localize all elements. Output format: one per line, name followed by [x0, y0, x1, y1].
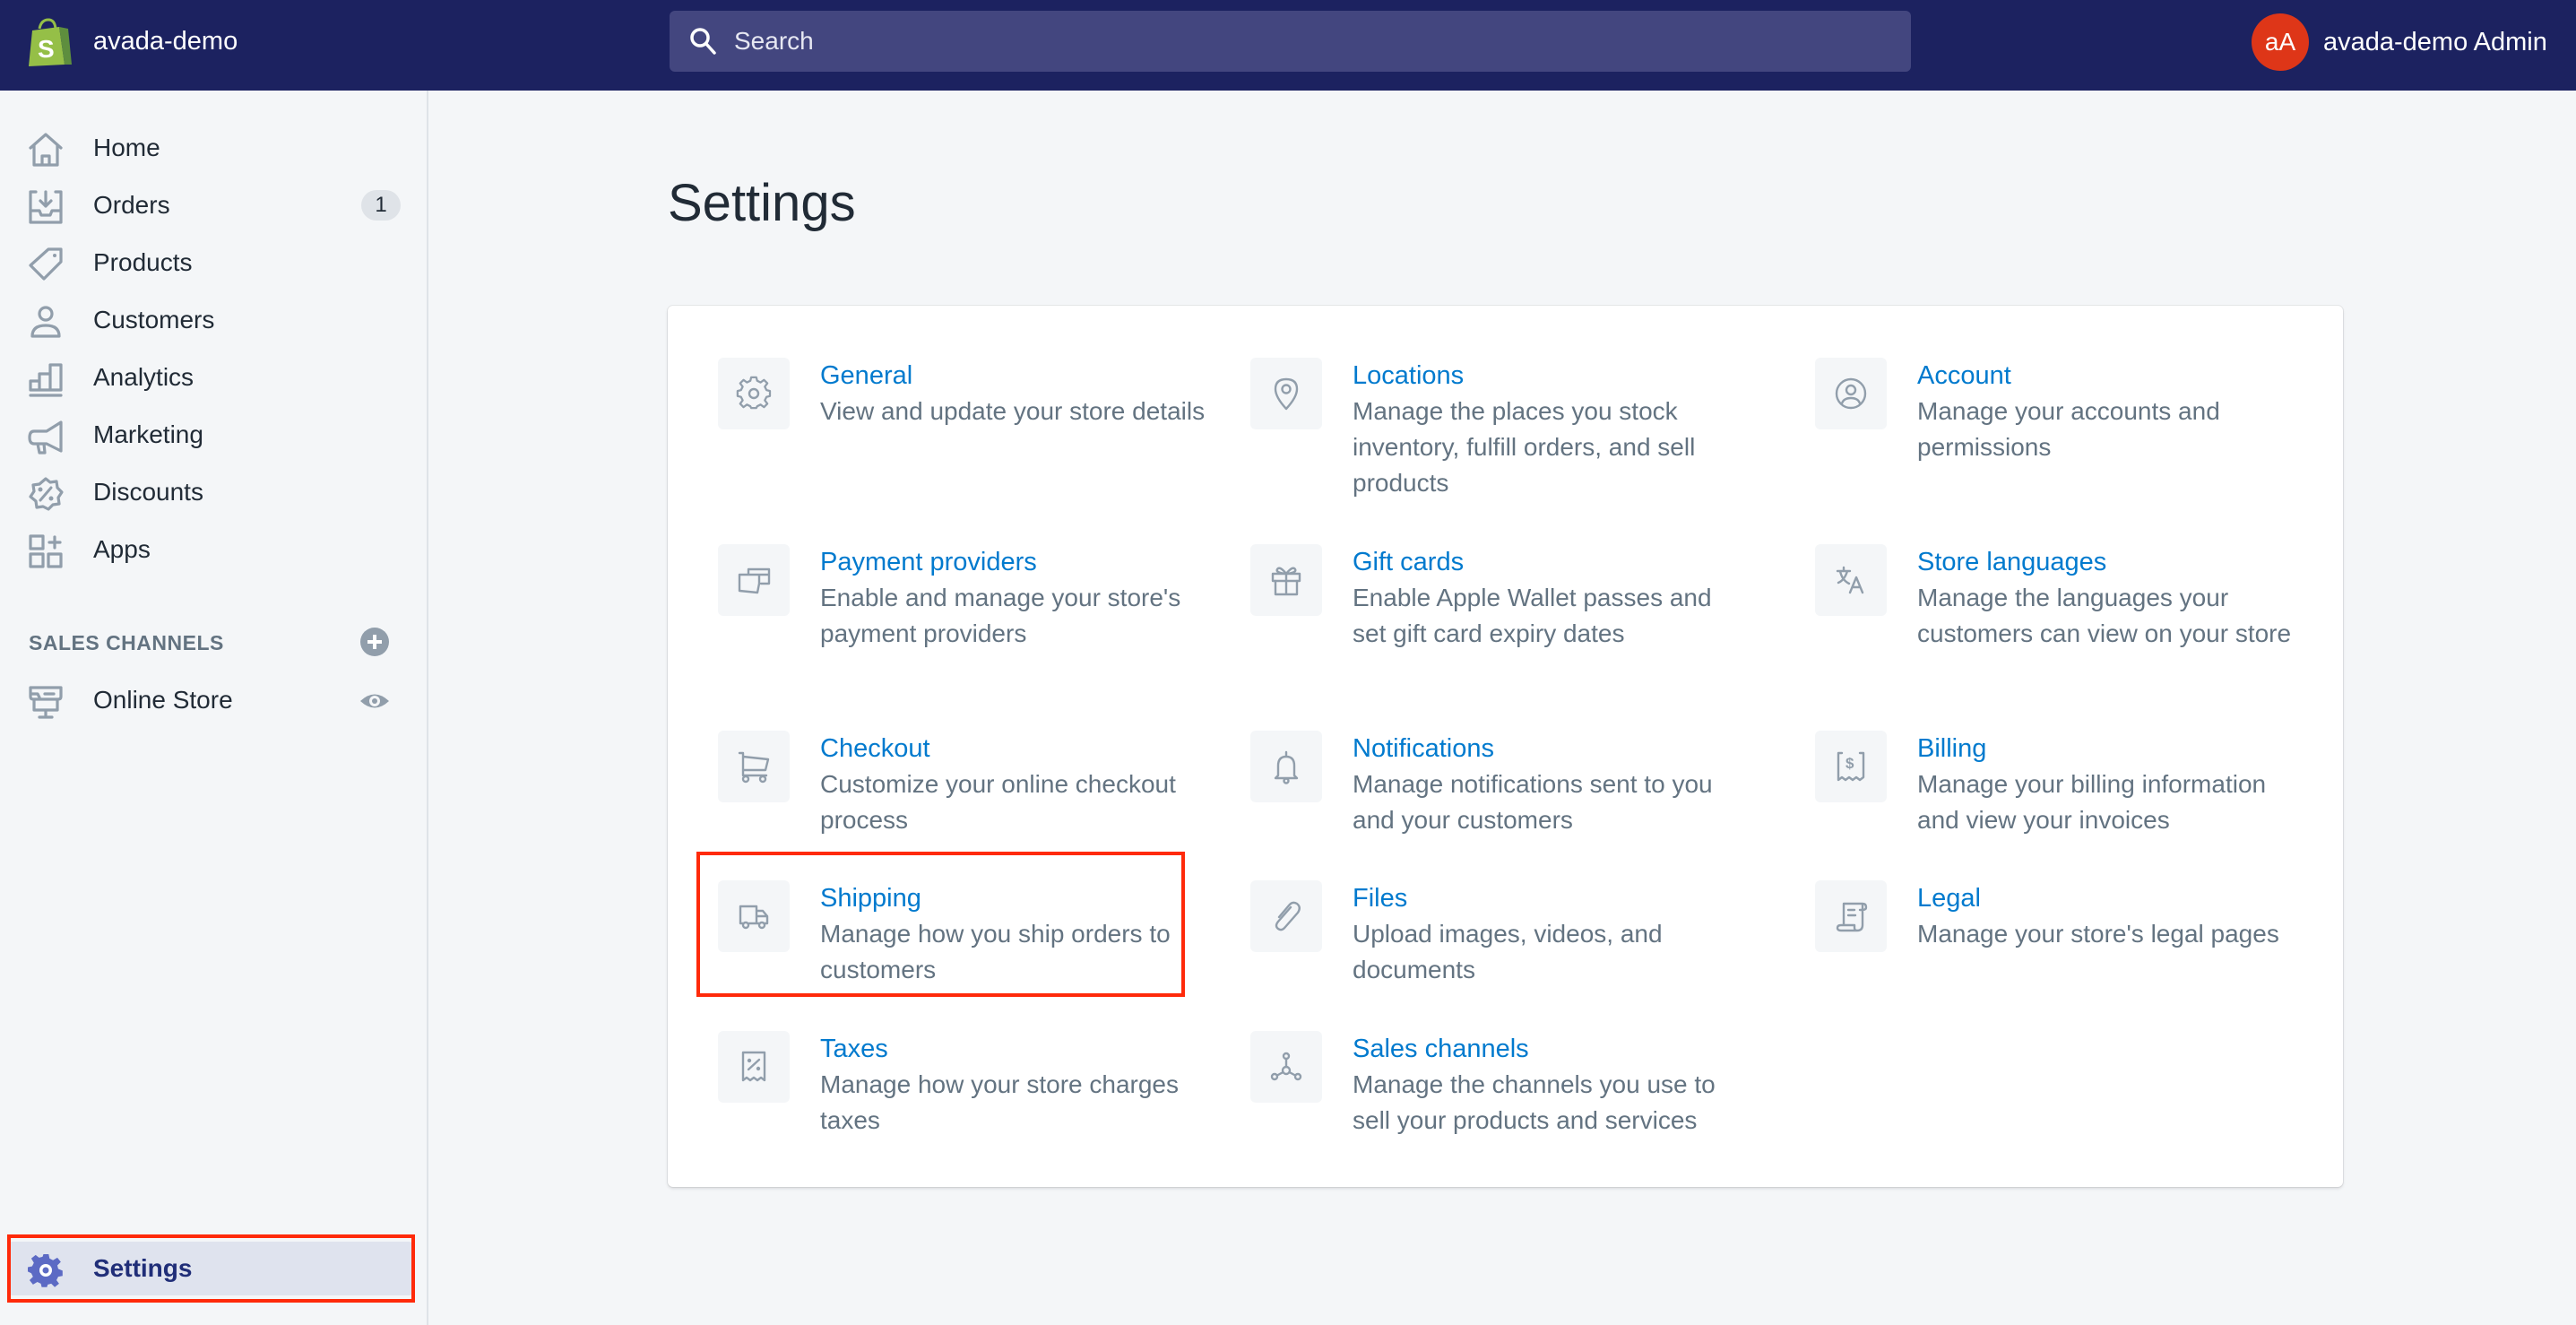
setting-title[interactable]: Billing: [1917, 732, 1986, 765]
bell-icon: [1274, 750, 1299, 784]
store-icon: [29, 686, 63, 719]
shopify-logo-icon[interactable]: S: [25, 16, 77, 68]
setting-description: Manage notifications sent to you and you…: [1353, 770, 1713, 834]
billing-receipt-icon: $: [1837, 751, 1865, 782]
paperclip-icon: [1275, 901, 1301, 931]
setting-description: Manage the languages your customers can …: [1917, 584, 2292, 647]
home-icon: [29, 133, 63, 167]
setting-title[interactable]: Taxes: [820, 1033, 888, 1065]
settings-card: General View and update your store detai…: [668, 306, 2343, 1187]
setting-title[interactable]: Gift cards: [1353, 546, 1464, 578]
sidebar-item-orders[interactable]: Orders 1: [7, 178, 414, 232]
location-pin-icon: [1274, 377, 1299, 411]
store-name[interactable]: avada-demo: [93, 25, 238, 57]
apps-icon: [29, 534, 63, 568]
setting-title[interactable]: Payment providers: [820, 546, 1037, 578]
sidebar-item-label: Customers: [93, 306, 215, 333]
account-circle-icon: [1835, 377, 1867, 410]
add-sales-channel-icon[interactable]: [359, 627, 390, 657]
sidebar-item-label: Home: [93, 134, 160, 161]
setting-description: Enable Apple Wallet passes and set gift …: [1353, 584, 1712, 647]
sidebar-item-apps[interactable]: Apps: [7, 523, 414, 576]
setting-description: Manage your accounts and permissions: [1917, 397, 2220, 461]
search-input[interactable]: [734, 11, 1890, 72]
setting-description: Manage your billing information and view…: [1917, 770, 2267, 834]
user-menu[interactable]: aA avada-demo Admin: [2252, 13, 2547, 71]
avatar[interactable]: aA: [2252, 13, 2309, 71]
sidebar-item-online-store[interactable]: Online Store: [7, 673, 414, 727]
user-name[interactable]: avada-demo Admin: [2323, 28, 2547, 57]
sidebar-item-customers[interactable]: Customers: [7, 293, 414, 347]
setting-title[interactable]: Legal: [1917, 882, 1981, 914]
megaphone-icon: [28, 420, 63, 455]
sidebar-item-label: Orders: [93, 191, 170, 219]
gear-icon: [28, 1253, 63, 1287]
setting-title[interactable]: Files: [1353, 882, 1407, 914]
setting-title[interactable]: Notifications: [1353, 732, 1494, 765]
sales-channels-icon: [1270, 1052, 1302, 1081]
sidebar-item-settings[interactable]: Settings: [7, 1242, 414, 1295]
orders-icon: [29, 190, 63, 224]
legal-scroll-icon: [1836, 902, 1868, 932]
sidebar-item-label: Discounts: [93, 478, 203, 506]
truck-icon: [739, 905, 769, 930]
setting-description: Manage the places you stock inventory, f…: [1353, 397, 1696, 497]
sales-channels-heading: SALES CHANNELS: [29, 631, 224, 654]
sidebar-item-label: Marketing: [93, 420, 203, 448]
sidebar-item-home[interactable]: Home: [7, 121, 414, 175]
setting-description: Manage your store's legal pages: [1917, 920, 2279, 948]
setting-title[interactable]: Checkout: [820, 732, 930, 765]
sidebar-item-label: Products: [93, 248, 193, 276]
setting-title[interactable]: Sales channels: [1353, 1033, 1529, 1065]
search-icon: [690, 28, 716, 55]
tax-receipt-icon: [741, 1051, 766, 1082]
svg-text:S: S: [38, 35, 55, 63]
bar-chart-icon: [29, 363, 63, 397]
payment-icon: [738, 567, 771, 594]
orders-count-badge: 1: [361, 190, 401, 221]
sidebar-item-products[interactable]: Products: [7, 236, 414, 290]
gear-icon: [736, 376, 772, 410]
sidebar-item-label: Apps: [93, 535, 151, 563]
sidebar-item-analytics[interactable]: Analytics: [7, 351, 414, 404]
setting-description: Upload images, videos, and documents: [1353, 920, 1663, 983]
sidebar-item-label: Analytics: [93, 363, 194, 391]
setting-description: Customize your online checkout process: [820, 770, 1176, 834]
setting-title[interactable]: Locations: [1353, 359, 1464, 392]
top-bar: S avada-demo aA avada-demo Admin: [0, 0, 2576, 91]
setting-title[interactable]: Shipping: [820, 882, 921, 914]
person-icon: [30, 306, 61, 338]
gift-icon: [1271, 567, 1301, 596]
translate-icon: [1836, 566, 1864, 594]
sidebar-item-label: Online Store: [93, 686, 233, 714]
page-title: Settings: [668, 174, 856, 232]
setting-title[interactable]: Account: [1917, 359, 2011, 392]
setting-description: Manage how your store charges taxes: [820, 1070, 1179, 1134]
svg-text:$: $: [1846, 755, 1854, 772]
setting-title[interactable]: General: [820, 359, 912, 392]
setting-description: Enable and manage your store's payment p…: [820, 584, 1181, 647]
sidebar-item-discounts[interactable]: Discounts: [7, 465, 414, 519]
setting-description: Manage how you ship orders to customers: [820, 920, 1171, 983]
search-bar[interactable]: [670, 11, 1911, 72]
setting-description: Manage the channels you use to sell your…: [1353, 1070, 1716, 1134]
sidebar-item-label: Settings: [93, 1254, 193, 1282]
cart-icon: [738, 751, 770, 784]
sidebar: Home Orders 1 Products Customers Analyti…: [0, 91, 428, 1325]
sidebar-item-marketing[interactable]: Marketing: [7, 408, 414, 462]
tag-icon: [29, 247, 63, 281]
setting-title[interactable]: Store languages: [1917, 546, 2106, 578]
view-store-eye-icon[interactable]: [359, 686, 390, 716]
discount-icon: [29, 477, 64, 511]
setting-description: View and update your store details: [820, 397, 1206, 425]
